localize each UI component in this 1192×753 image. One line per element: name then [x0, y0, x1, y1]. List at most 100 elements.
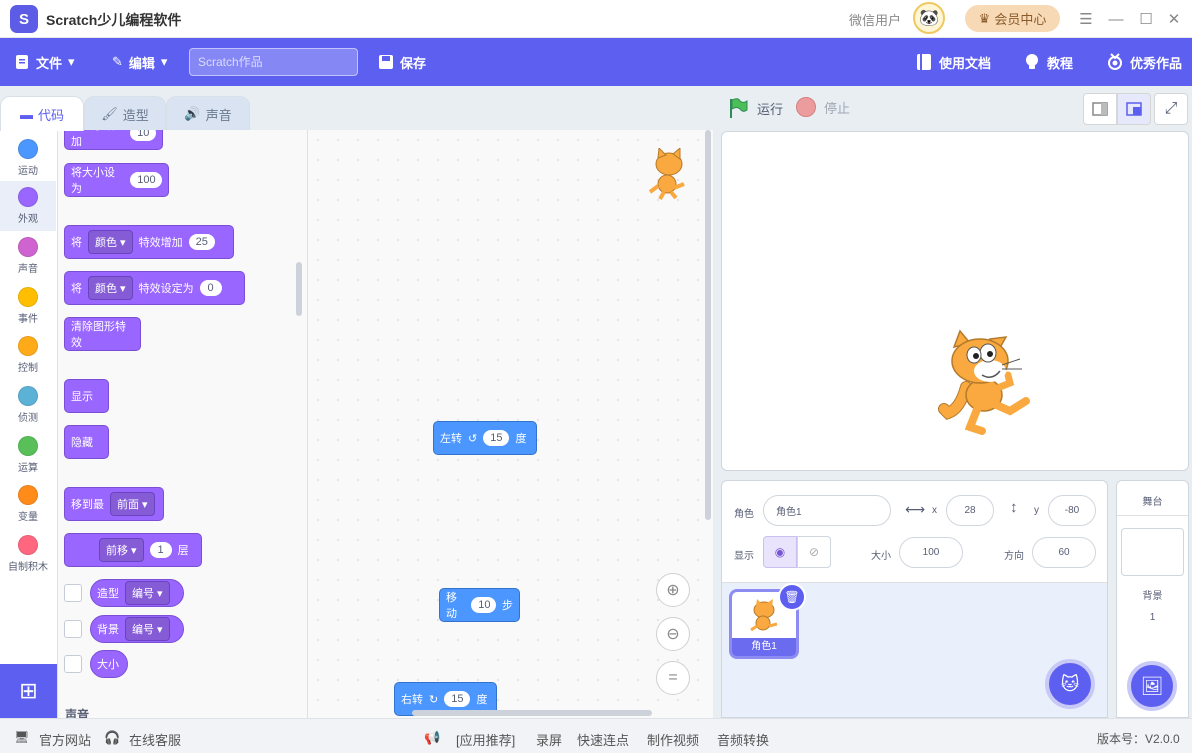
block-input[interactable]: 15	[444, 691, 471, 707]
block-input[interactable]: 0	[199, 280, 222, 296]
size-field[interactable]: 100	[899, 537, 963, 568]
change-size-block[interactable]: 将大小增加 10	[64, 130, 163, 150]
project-name-input[interactable]	[189, 48, 358, 76]
stop-button[interactable]: 停止	[796, 97, 850, 117]
docs-button[interactable]: 使用文档	[915, 38, 991, 86]
scratch-cat-sprite[interactable]	[936, 327, 1032, 435]
sprite-name-field[interactable]: 角色1	[763, 495, 891, 526]
menu-icon[interactable]: ☰	[1075, 8, 1097, 30]
close-icon[interactable]: ✕	[1163, 8, 1185, 30]
tab-code[interactable]: ▬ 代码	[0, 96, 84, 131]
x-field[interactable]: 28	[946, 495, 994, 526]
move-steps-block[interactable]: 移动 10 步	[439, 588, 520, 622]
set-size-block[interactable]: 将大小设为 100	[64, 163, 169, 197]
file-menu[interactable]: 文件 ▾	[14, 38, 75, 86]
block-input[interactable]: 1	[149, 542, 172, 558]
add-sprite-button[interactable]: 🐱	[1045, 659, 1095, 709]
block-label: 将大小设为	[71, 167, 115, 195]
tab-costumes[interactable]: 🖌 造型	[84, 96, 166, 131]
divider	[1117, 515, 1188, 516]
turn-left-block[interactable]: 左转 ↺ 15 度	[433, 421, 537, 455]
workspace-horizontal-scrollbar[interactable]	[412, 710, 652, 716]
stop-label: 停止	[824, 100, 851, 116]
block-input[interactable]: 10	[130, 130, 156, 141]
lightbulb-icon	[1026, 54, 1038, 69]
run-button[interactable]: 运行	[727, 97, 783, 119]
category-operators[interactable]: 运算	[0, 430, 56, 480]
block-input[interactable]: 10	[471, 597, 496, 613]
costume-reporter[interactable]: 造型 编号 ▾	[90, 579, 184, 607]
tutorial-button[interactable]: 教程	[1023, 38, 1073, 86]
zoom-reset-button[interactable]: =	[656, 661, 690, 695]
save-button[interactable]: 保存	[378, 38, 426, 86]
maximize-icon[interactable]: ☐	[1135, 8, 1157, 30]
go-layers-block[interactable]: 前移 ▾ 1 层	[64, 533, 202, 567]
costume-monitor-checkbox[interactable]	[64, 584, 82, 602]
small-stage-button[interactable]	[1083, 93, 1117, 125]
recommend-link-autoclick[interactable]: 快速连点	[577, 730, 629, 749]
website-link[interactable]: 官方网站	[39, 730, 91, 749]
category-sound[interactable]: 声音	[0, 231, 56, 281]
pencil-icon: ✎	[112, 54, 123, 69]
block-input[interactable]: 25	[188, 234, 215, 250]
hide-sprite-button[interactable]: ⊘	[797, 536, 831, 568]
support-link[interactable]: 在线客服	[129, 730, 181, 749]
green-flag-icon	[730, 98, 748, 118]
palette-scrollbar[interactable]	[296, 262, 302, 316]
y-arrows-icon: ↕	[1010, 499, 1018, 516]
app-logo: S	[10, 5, 38, 33]
category-events[interactable]: 事件	[0, 281, 56, 331]
show-sprite-button[interactable]: ◉	[763, 536, 797, 568]
delete-sprite-button[interactable]: 🗑	[778, 583, 806, 611]
add-backdrop-button[interactable]: 🖼	[1127, 661, 1177, 711]
backdrop-thumbnail[interactable]	[1121, 528, 1184, 576]
hide-block[interactable]: 隐藏	[64, 425, 109, 459]
effect-dropdown[interactable]: 颜色 ▾	[88, 276, 133, 300]
category-control[interactable]: 控制	[0, 330, 56, 380]
fullscreen-button[interactable]: ⤢	[1154, 93, 1188, 125]
zoom-in-button[interactable]: ⊕	[656, 573, 690, 607]
block-palette: 将大小增加 10 将大小设为 100 将 颜色 ▾ 特效增加 25 将 颜色 ▾…	[58, 130, 308, 718]
recommend-link-video[interactable]: 制作视频	[647, 730, 699, 749]
category-variables[interactable]: 变量	[0, 479, 56, 529]
go-to-layer-block[interactable]: 移到最 前面 ▾	[64, 487, 164, 521]
recommend-link-record[interactable]: 录屏	[536, 730, 562, 749]
size-monitor-checkbox[interactable]	[64, 655, 82, 673]
tab-sounds[interactable]: 🔊 声音	[166, 96, 250, 131]
direction-field[interactable]: 60	[1032, 537, 1096, 568]
reporter-dropdown[interactable]: 编号 ▾	[125, 617, 170, 641]
username[interactable]: 微信用户	[849, 10, 901, 29]
size-label: 大小	[871, 551, 891, 562]
backdrop-monitor-checkbox[interactable]	[64, 620, 82, 638]
minimize-icon[interactable]: —	[1105, 8, 1127, 30]
reporter-dropdown[interactable]: 编号 ▾	[125, 581, 170, 605]
size-reporter[interactable]: 大小	[90, 650, 128, 678]
category-looks[interactable]: 外观	[0, 181, 56, 231]
recommend-link-audio[interactable]: 音频转换	[717, 730, 769, 749]
set-effect-block[interactable]: 将 颜色 ▾ 特效设定为 0	[64, 271, 245, 305]
avatar[interactable]: 🐼	[913, 2, 945, 34]
clear-effects-block[interactable]: 清除图形特效	[64, 317, 141, 351]
add-extension-button[interactable]: ⊞	[0, 664, 57, 718]
block-input[interactable]: 15	[483, 430, 510, 446]
backdrop-reporter[interactable]: 背景 编号 ▾	[90, 615, 184, 643]
zoom-out-button[interactable]: ⊖	[656, 617, 690, 651]
direction-dropdown[interactable]: 前移 ▾	[99, 538, 144, 562]
normal-stage-button[interactable]	[1117, 93, 1151, 125]
edit-menu[interactable]: ✎ 编辑 ▾	[112, 38, 167, 86]
block-input[interactable]: 100	[130, 172, 162, 188]
change-effect-block[interactable]: 将 颜色 ▾ 特效增加 25	[64, 225, 234, 259]
category-my-blocks[interactable]: 自制积木	[0, 529, 56, 579]
category-color-dot	[18, 187, 38, 207]
tab-costumes-label: 造型	[122, 107, 149, 123]
stage-canvas[interactable]	[721, 131, 1189, 471]
show-block[interactable]: 显示	[64, 379, 109, 413]
vip-center-button[interactable]: ♛ 会员中心	[965, 5, 1060, 32]
effect-dropdown[interactable]: 颜色 ▾	[88, 230, 133, 254]
showcase-button[interactable]: 优秀作品	[1106, 38, 1182, 86]
category-sensing[interactable]: 侦测	[0, 380, 56, 430]
category-motion[interactable]: 运动	[0, 133, 56, 183]
layer-dropdown[interactable]: 前面 ▾	[110, 492, 155, 516]
y-field[interactable]: -80	[1048, 495, 1096, 526]
workspace-vertical-scrollbar[interactable]	[705, 130, 711, 520]
